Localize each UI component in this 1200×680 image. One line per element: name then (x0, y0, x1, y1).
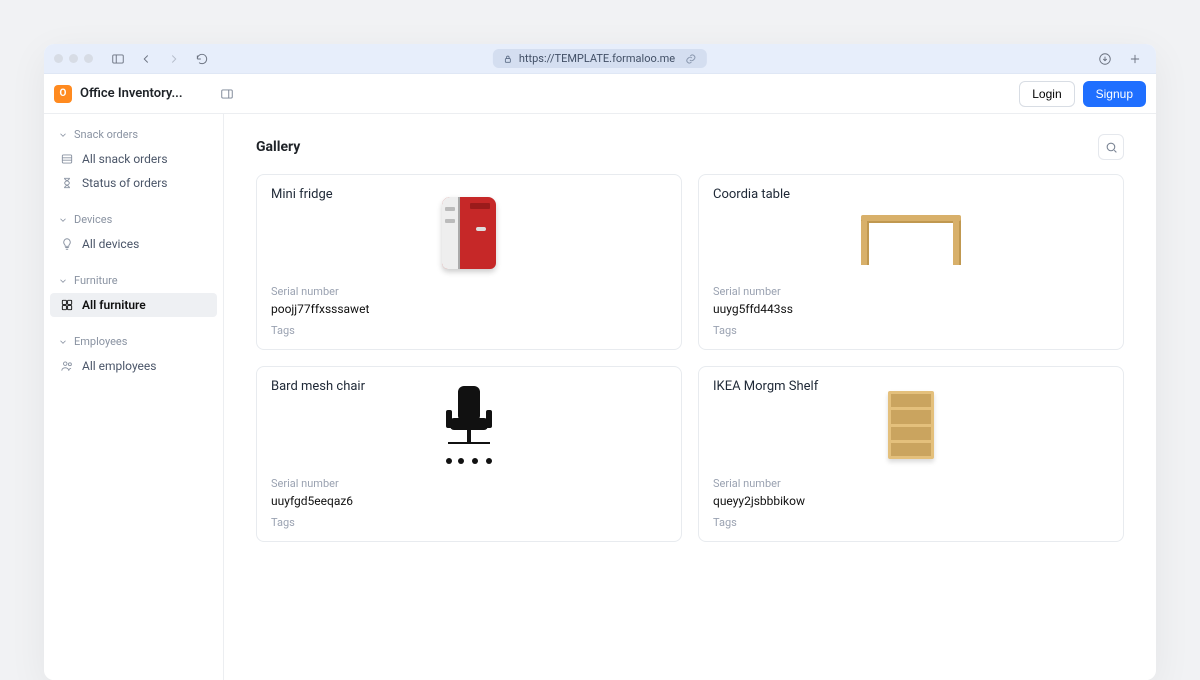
panel-toggle-icon[interactable] (216, 83, 238, 105)
bulb-icon (60, 237, 74, 251)
sidebar-item-label: All employees (82, 359, 156, 373)
sidebar-group-furniture: Furniture All furniture (50, 268, 217, 317)
serial-value: uuyfgd5eeqaz6 (271, 494, 667, 508)
browser-chrome: https://TEMPLATE.formaloo.me (44, 44, 1156, 74)
nav-forward-icon[interactable] (163, 48, 185, 70)
hourglass-icon (60, 176, 74, 190)
traffic-close[interactable] (54, 54, 63, 63)
chevron-down-icon (58, 276, 68, 286)
url-text: https://TEMPLATE.formaloo.me (519, 52, 675, 65)
download-icon[interactable] (1094, 48, 1116, 70)
share-link-icon[interactable] (685, 53, 697, 65)
group-header-employees[interactable]: Employees (50, 329, 217, 354)
sidebar: Snack orders All snack orders Status of … (44, 114, 224, 680)
tags-label: Tags (271, 516, 667, 529)
search-button[interactable] (1098, 134, 1124, 160)
url-bar[interactable]: https://TEMPLATE.formaloo.me (493, 49, 707, 68)
sidebar-item-all-furniture[interactable]: All furniture (50, 293, 217, 317)
traffic-min[interactable] (69, 54, 78, 63)
serial-label: Serial number (271, 285, 667, 298)
sidebar-item-status-of-orders[interactable]: Status of orders (50, 171, 217, 195)
lock-icon (503, 54, 513, 64)
sidebar-group-employees: Employees All employees (50, 329, 217, 378)
browser-window: https://TEMPLATE.formaloo.me O Office In… (44, 44, 1156, 680)
gallery-grid: Mini fridge Serial number poojj77ffxsssa… (256, 174, 1124, 542)
sidebar-item-label: All snack orders (82, 152, 168, 166)
reload-icon[interactable] (191, 48, 213, 70)
sidebar-item-all-snack-orders[interactable]: All snack orders (50, 147, 217, 171)
main-content: Gallery Mini fridge Serial number poojj7… (224, 114, 1156, 680)
sidebar-item-label: All furniture (82, 298, 146, 312)
sidebar-item-all-employees[interactable]: All employees (50, 354, 217, 378)
serial-value: uuyg5ffd443ss (713, 302, 1109, 316)
new-tab-icon[interactable] (1124, 48, 1146, 70)
chevron-down-icon (58, 337, 68, 347)
sidebar-item-label: All devices (82, 237, 139, 251)
group-header-furniture[interactable]: Furniture (50, 268, 217, 293)
group-label: Snack orders (74, 128, 138, 141)
login-button[interactable]: Login (1019, 81, 1074, 107)
sidebar-item-all-devices[interactable]: All devices (50, 232, 217, 256)
group-label: Furniture (74, 274, 118, 287)
product-image-fridge (419, 193, 519, 273)
tags-label: Tags (713, 324, 1109, 337)
gallery-card[interactable]: IKEA Morgm Shelf Serial number queyy2jsb… (698, 366, 1124, 542)
group-label: Devices (74, 213, 112, 226)
app-title: Office Inventory... (80, 86, 183, 101)
page-title: Gallery (256, 139, 300, 155)
serial-label: Serial number (271, 477, 667, 490)
traffic-lights (54, 54, 93, 63)
app-logo[interactable]: O (54, 85, 72, 103)
gallery-card[interactable]: Bard mesh chair Serial number uuyfgd5eeq… (256, 366, 682, 542)
chevron-down-icon (58, 130, 68, 140)
serial-label: Serial number (713, 477, 1109, 490)
sidebar-toggle-icon[interactable] (107, 48, 129, 70)
tags-label: Tags (271, 324, 667, 337)
app-header: O Office Inventory... Login Signup (44, 74, 1156, 114)
serial-value: queyy2jsbbbikow (713, 494, 1109, 508)
group-label: Employees (74, 335, 127, 348)
product-image-table (861, 193, 961, 273)
grid-icon (60, 298, 74, 312)
product-image-shelf (861, 385, 961, 465)
gallery-card[interactable]: Coordia table Serial number uuyg5ffd443s… (698, 174, 1124, 350)
users-icon (60, 359, 74, 373)
signup-button[interactable]: Signup (1083, 81, 1146, 107)
group-header-snack-orders[interactable]: Snack orders (50, 122, 217, 147)
sidebar-group-devices: Devices All devices (50, 207, 217, 256)
serial-label: Serial number (713, 285, 1109, 298)
sidebar-group-snack-orders: Snack orders All snack orders Status of … (50, 122, 217, 195)
group-header-devices[interactable]: Devices (50, 207, 217, 232)
gallery-card[interactable]: Mini fridge Serial number poojj77ffxsssa… (256, 174, 682, 350)
sidebar-item-label: Status of orders (82, 176, 167, 190)
product-image-chair (419, 385, 519, 465)
nav-back-icon[interactable] (135, 48, 157, 70)
serial-value: poojj77ffxsssawet (271, 302, 667, 316)
tags-label: Tags (713, 516, 1109, 529)
search-icon (1105, 141, 1118, 154)
traffic-max[interactable] (84, 54, 93, 63)
chevron-down-icon (58, 215, 68, 225)
list-icon (60, 152, 74, 166)
